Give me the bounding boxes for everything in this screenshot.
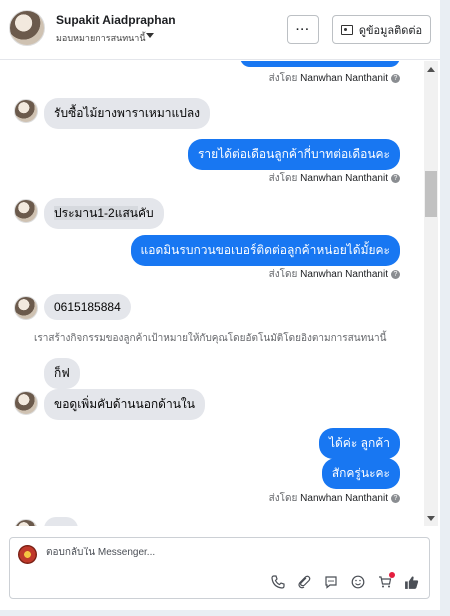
message-bubble: ขอดูเพิ่มคับด้านนอกด้านใน: [44, 389, 205, 420]
message-bubble: สักครู่นะคะ: [321, 458, 400, 489]
sent-by-label: ส่งโดย Nanwhan Nanthanit?: [269, 491, 400, 506]
contact-card-icon: [340, 24, 353, 35]
message-bubble: 0615185884: [44, 294, 131, 320]
like-icon[interactable]: [403, 574, 419, 590]
more-options-button[interactable]: ···: [287, 15, 319, 44]
avatar: [14, 99, 38, 123]
page-avatar: [18, 545, 37, 564]
call-icon[interactable]: [270, 574, 286, 590]
avatar: [14, 296, 38, 320]
avatar: [14, 199, 38, 223]
conversation-header: Supakit Aiadpraphan มอบหมายการสนทนานี้ ·…: [0, 0, 440, 60]
reply-composer: [9, 537, 430, 599]
help-icon[interactable]: ?: [391, 493, 400, 503]
emoji-icon[interactable]: [350, 574, 366, 590]
message-bubble: แอดมินรบกวนขอเบอร์ติดต่อลูกค้าหน่อยได้มั…: [130, 235, 400, 266]
message-list[interactable]: ส่งโดย Nanwhan Nanthanit? รับซื้อไม้ยางพ…: [0, 61, 440, 526]
conversation-panel: Supakit Aiadpraphan มอบหมายการสนทนานี้ ·…: [0, 0, 440, 610]
view-contact-button[interactable]: ดูข้อมูลติดต่อ: [332, 15, 431, 44]
saved-replies-icon[interactable]: [323, 574, 339, 590]
message-bubble: รับซื้อไม้ยางพาราเหมาแปลง: [44, 98, 211, 129]
scrollbar[interactable]: [424, 61, 438, 526]
highlighted-text: ประมาน1-2แสน: [54, 206, 138, 220]
avatar[interactable]: [9, 10, 45, 46]
chevron-down-icon[interactable]: [146, 33, 154, 38]
scroll-up-arrow-icon[interactable]: [427, 67, 435, 72]
message-bubble: [44, 517, 78, 526]
message-bubble: ได้ค่ะ ลูกค้า: [318, 428, 400, 459]
shopping-cart-icon[interactable]: [377, 572, 395, 590]
view-contact-label: ดูข้อมูลติดต่อ: [358, 24, 423, 37]
scroll-down-arrow-icon[interactable]: [427, 516, 435, 521]
system-notice: เราสร้างกิจกรรมของลูกค้าเป้าหมายให้กับคุ…: [34, 333, 387, 344]
sent-by-label: ส่งโดย Nanwhan Nanthanit?: [269, 267, 400, 282]
assign-conversation-label[interactable]: มอบหมายการสนทนานี้: [56, 31, 146, 45]
avatar: [14, 519, 38, 526]
sent-by-label: ส่งโดย Nanwhan Nanthanit?: [269, 171, 400, 186]
avatar: [14, 391, 38, 415]
scrollbar-thumb[interactable]: [425, 171, 437, 217]
sent-by-label: ส่งโดย Nanwhan Nanthanit?: [269, 71, 400, 86]
message-bubble: [240, 61, 400, 67]
contact-name[interactable]: Supakit Aiadpraphan: [56, 13, 176, 27]
attachment-icon[interactable]: [296, 574, 312, 590]
reply-input[interactable]: [46, 547, 346, 558]
message-bubble: ก็ฟ: [44, 358, 80, 389]
help-icon[interactable]: ?: [391, 73, 400, 83]
help-icon[interactable]: ?: [391, 269, 400, 279]
notification-dot: [389, 572, 395, 578]
message-bubble: รายได้ต่อเดือนลูกค้ากี่บาทต่อเดือนคะ: [187, 139, 400, 170]
message-bubble: ประมาน1-2แสนคับ: [44, 198, 164, 229]
help-icon[interactable]: ?: [391, 173, 400, 183]
